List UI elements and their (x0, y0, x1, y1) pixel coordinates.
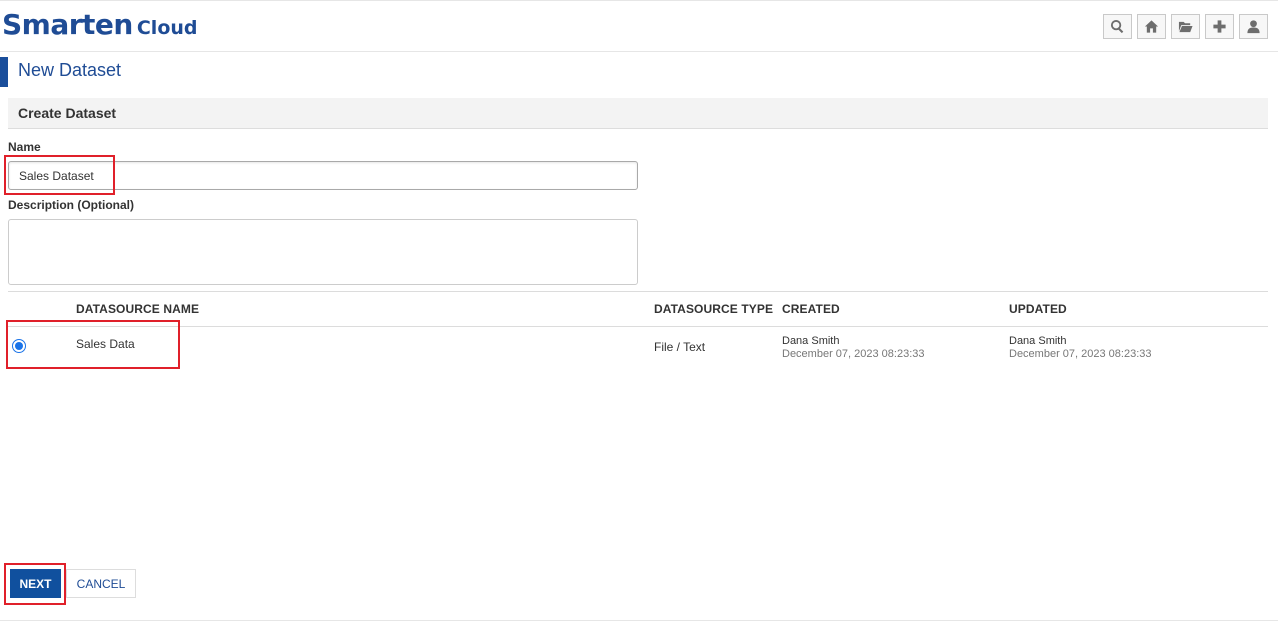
description-input[interactable] (8, 219, 638, 285)
next-button[interactable]: NEXT (10, 569, 61, 598)
user-button[interactable] (1239, 14, 1268, 39)
section-title: Create Dataset (18, 105, 117, 121)
table-top-divider (8, 291, 1268, 292)
brand-sub: Cloud (136, 17, 198, 39)
add-button[interactable] (1205, 14, 1234, 39)
column-header-name: DATASOURCE NAME (76, 302, 200, 316)
description-label: Description (Optional) (8, 198, 134, 212)
created-at: December 07, 2023 08:23:33 (782, 348, 925, 360)
table-header-divider (8, 326, 1268, 327)
updated-by: Dana Smith (1009, 335, 1067, 347)
brand-name: Smarten (2, 8, 133, 41)
name-input[interactable] (8, 161, 638, 190)
search-button[interactable] (1103, 14, 1132, 39)
column-header-type: DATASOURCE TYPE (654, 302, 774, 316)
top-actions (1103, 14, 1268, 39)
search-icon (1110, 19, 1124, 34)
open-folder-button[interactable] (1171, 14, 1200, 39)
home-button[interactable] (1137, 14, 1166, 39)
datasource-radio[interactable] (12, 339, 26, 353)
page-title: New Dataset (18, 60, 122, 80)
plus-icon (1213, 20, 1226, 33)
column-header-updated: UPDATED (1009, 302, 1067, 316)
user-icon (1247, 20, 1260, 34)
bottom-divider (0, 620, 1278, 621)
page-title-accent (0, 57, 8, 87)
column-header-created: CREATED (782, 302, 840, 316)
cancel-button[interactable]: CANCEL (66, 569, 136, 598)
created-by: Dana Smith (782, 335, 840, 347)
folder-open-icon (1178, 21, 1193, 33)
datasource-type: File / Text (654, 340, 706, 354)
home-icon (1144, 20, 1159, 33)
datasource-name: Sales Data (76, 337, 135, 351)
section-header: Create Dataset (8, 98, 1268, 129)
app-logo[interactable]: Smarten Cloud (2, 8, 198, 41)
name-label: Name (8, 140, 41, 154)
top-bar: Smarten Cloud (0, 0, 1278, 52)
updated-at: December 07, 2023 08:23:33 (1009, 348, 1152, 360)
